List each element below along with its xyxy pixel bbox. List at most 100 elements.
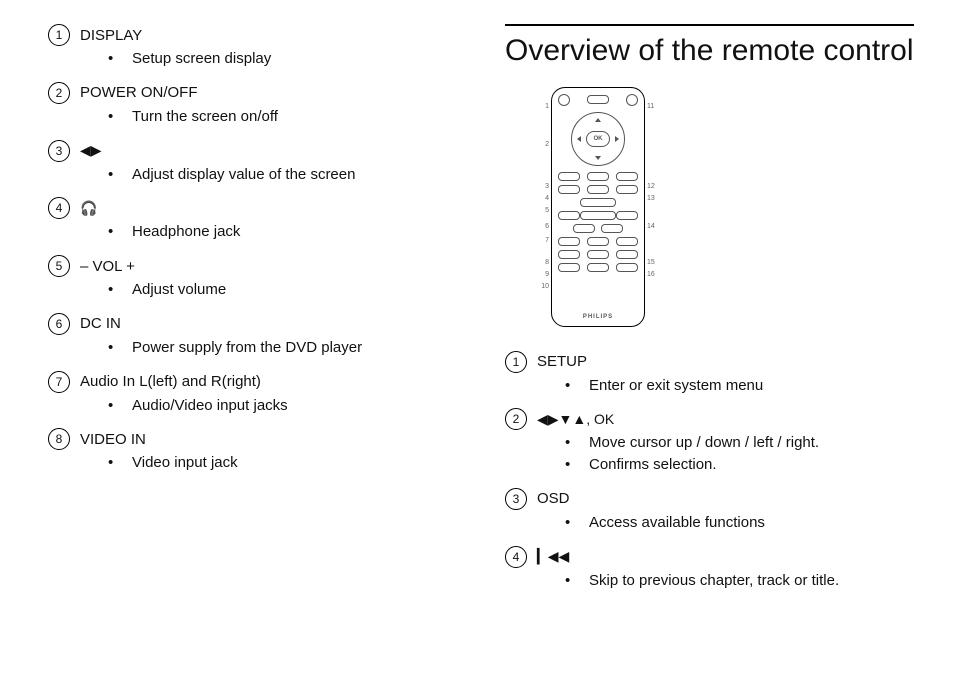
item-number-circle: 3 (505, 488, 527, 510)
definition-item: 3OSDAccess available functions (505, 488, 914, 534)
remote-callout-number: 13 (647, 195, 659, 202)
dpad-icon: OK (571, 112, 625, 166)
item-description-list: Video input jack (48, 452, 457, 474)
item-head: 7 Audio In L(left) and R(right) (48, 371, 457, 393)
item-description-list: Power supply from the DVD player (48, 337, 457, 359)
item-number-circle: 1 (48, 24, 70, 46)
remote-callout-number: 8 (537, 259, 549, 266)
item-description: Power supply from the DVD player (108, 337, 457, 359)
item-head: 1 DISPLAY (48, 24, 457, 46)
item-head: 2 ◀▶▼▲, OK (505, 408, 914, 430)
remote-brand: PHILIPS (583, 314, 613, 322)
remote-callout-number: 11 (647, 103, 659, 110)
item-description: Turn the screen on/off (108, 106, 457, 128)
item-head: 4 ▎◀◀ (505, 546, 914, 568)
item-title: POWER ON/OFF (80, 84, 198, 101)
remote-callout-number: 10 (537, 283, 549, 290)
item-description: Headphone jack (108, 221, 457, 243)
item-glyph-icon: 🎧 (80, 200, 97, 216)
item-title: 🎧 (80, 200, 97, 217)
item-title: SETUP (537, 353, 587, 370)
remote-callout-number: 3 (537, 183, 549, 190)
ok-button: OK (586, 131, 610, 147)
item-number-circle: 7 (48, 371, 70, 393)
item-number-circle: 3 (48, 140, 70, 162)
definition-item: 3 ◀▶ Adjust display value of the screen (48, 140, 457, 186)
item-head: 2 POWER ON/OFF (48, 82, 457, 104)
item-glyph-icon: ◀▶▼▲, OK (537, 411, 614, 427)
item-description-list: Enter or exit system menu (505, 375, 914, 397)
item-description: Confirms selection. (565, 454, 914, 476)
item-title: DC IN (80, 315, 121, 332)
remote-callout-number: 6 (537, 223, 549, 230)
definition-item: 4🎧Headphone jack (48, 197, 457, 243)
item-title: VIDEO IN (80, 431, 146, 448)
item-description-list: Setup screen display (48, 48, 457, 70)
item-description-list: Adjust volume (48, 279, 457, 301)
item-head: 3OSD (505, 488, 914, 510)
item-title: – VOL + (80, 258, 135, 275)
item-description-list: Adjust display value of the screen (48, 164, 457, 186)
item-description-list: Move cursor up / down / left / right.Con… (505, 432, 914, 476)
remote-callout-number: 4 (537, 195, 549, 202)
item-head: 6 DC IN (48, 313, 457, 335)
item-head: 8 VIDEO IN (48, 428, 457, 450)
remote-callout-number: 1 (537, 103, 549, 110)
item-description-list: Turn the screen on/off (48, 106, 457, 128)
remote-callout-number: 9 (537, 271, 549, 278)
overview-heading: Overview of the remote control (505, 34, 914, 69)
definition-item: 7 Audio In L(left) and R(right) Audio/Vide… (48, 371, 457, 417)
item-number-circle: 4 (505, 546, 527, 568)
definition-item: 2 POWER ON/OFF Turn the screen on/off (48, 82, 457, 128)
remote-callouts-left: 1 2 3 4 5 6 7 8 9 10 (537, 87, 551, 327)
item-description: Move cursor up / down / left / right. (565, 432, 914, 454)
item-title: Audio In L(left) and R(right) (80, 373, 261, 390)
definition-item: 6 DC IN Power supply from the DVD player (48, 313, 457, 359)
right-column: Overview of the remote control 123456789… (505, 24, 914, 653)
remote-callout-number: 12 (647, 183, 659, 190)
item-head: 1 SETUP (505, 351, 914, 373)
right-items-list: 1 SETUP Enter or exit system menu 2 ◀▶▼▲, OK… (505, 351, 914, 592)
remote-figure: 12345678910 OK PHILIPS (537, 87, 914, 327)
item-number-circle: 8 (48, 428, 70, 450)
item-head: 3 ◀▶ (48, 140, 457, 162)
remote-callout-number: 15 (647, 259, 659, 266)
definition-item: 4 ▎◀◀ Skip to previous chapter, track or t… (505, 546, 914, 592)
item-description-list: Audio/Video input jacks (48, 395, 457, 417)
remote-callout-number: 7 (537, 237, 549, 244)
item-description: Access available functions (565, 512, 914, 534)
item-title: ◀▶ (80, 142, 102, 159)
item-number-circle: 2 (505, 408, 527, 430)
item-description: Enter or exit system menu (565, 375, 914, 397)
item-number-circle: 2 (48, 82, 70, 104)
item-title: DISPLAY (80, 27, 142, 44)
remote-callouts-right: 11 12 13 14 15 16 (645, 87, 659, 327)
item-head: 4🎧 (48, 197, 457, 219)
remote-callout-number: 16 (647, 271, 659, 278)
definition-item: 2 ◀▶▼▲, OK Move cursor up / down / left / … (505, 408, 914, 476)
item-title: ◀▶▼▲, OK (537, 411, 614, 428)
item-description: Adjust volume (108, 279, 457, 301)
item-description: Setup screen display (108, 48, 457, 70)
item-description-list: Skip to previous chapter, track or title… (505, 570, 914, 592)
left-column: 1 DISPLAY Setup screen display 2 POWER ON/OF… (48, 24, 457, 653)
item-title: ▎◀◀ (537, 548, 569, 565)
item-glyph-icon: ◀▶ (80, 142, 102, 158)
remote-callout-number: 2 (537, 141, 549, 148)
definition-item: 5 – VOL + Adjust volume (48, 255, 457, 301)
manual-page: 1 DISPLAY Setup screen display 2 POWER ON/OF… (0, 0, 954, 677)
definition-item: 8 VIDEO IN Video input jack (48, 428, 457, 474)
item-number-circle: 5 (48, 255, 70, 277)
item-number-circle: 6 (48, 313, 70, 335)
item-head: 5 – VOL + (48, 255, 457, 277)
item-description-list: Access available functions (505, 512, 914, 534)
item-description-list: Headphone jack (48, 221, 457, 243)
item-number-circle: 1 (505, 351, 527, 373)
item-description: Video input jack (108, 452, 457, 474)
remote-callout-number: 14 (647, 223, 659, 230)
item-description: Adjust display value of the screen (108, 164, 457, 186)
item-description: Audio/Video input jacks (108, 395, 457, 417)
item-glyph-icon: ▎◀◀ (537, 548, 569, 564)
item-number-circle: 4 (48, 197, 70, 219)
remote-callout-number: 5 (537, 207, 549, 214)
